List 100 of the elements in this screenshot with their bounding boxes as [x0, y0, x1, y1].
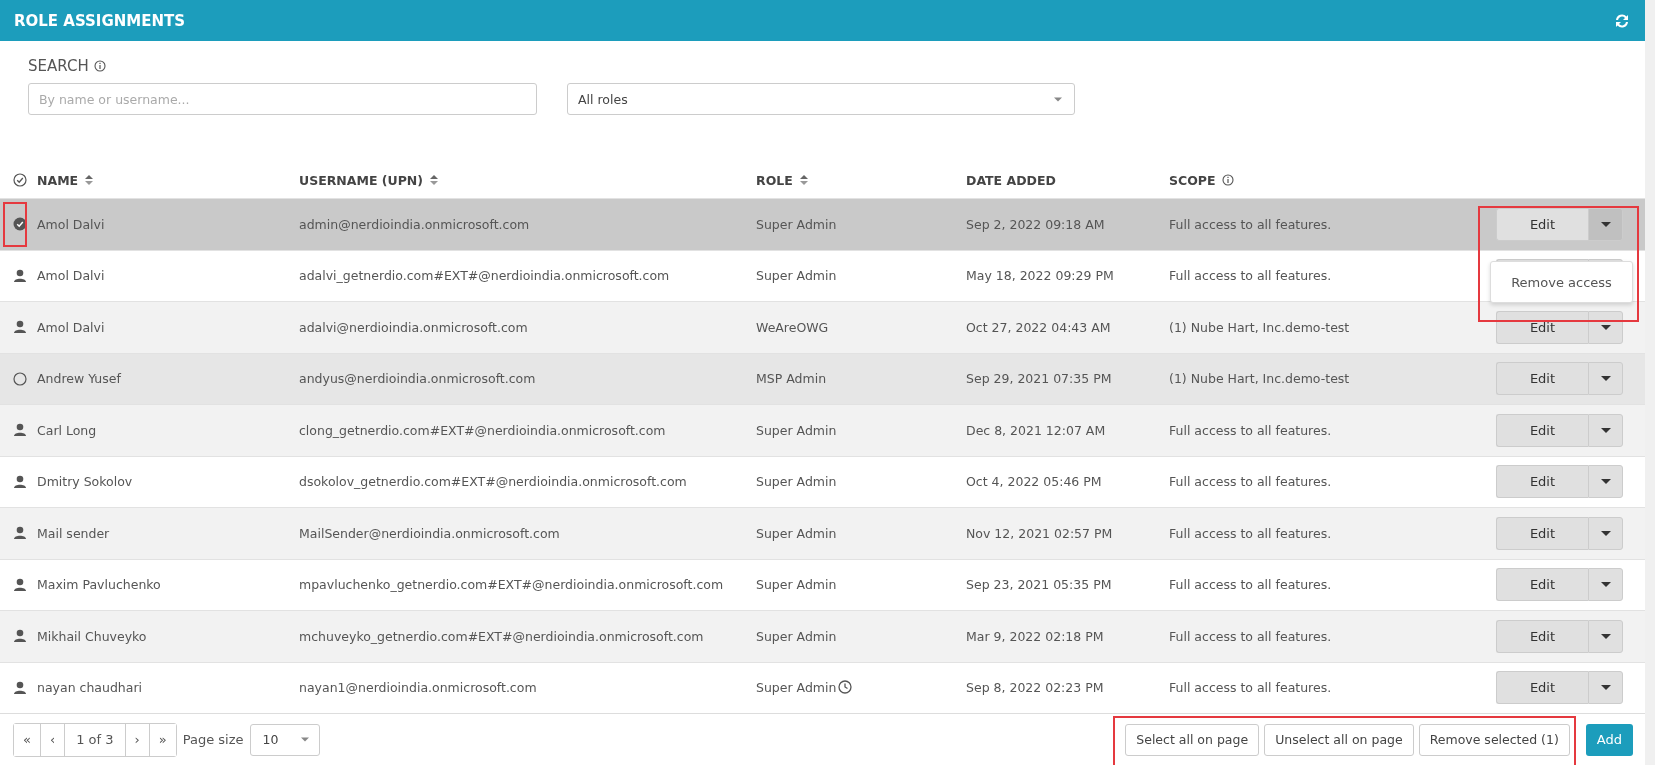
- table-cell-text: clong_getnerdio.com#EXT#@nerdioindia.onmicrosoft.com: [299, 422, 667, 438]
- edit-button[interactable]: Edit: [1496, 619, 1588, 653]
- table-cell-text: Full access to all features.: [1169, 577, 1333, 593]
- table-cell-text: Nov 12, 2021 02:57 PM: [966, 525, 1114, 541]
- table-cell: WeAreOWG: [756, 319, 829, 335]
- select-all-icon[interactable]: [12, 173, 27, 187]
- page-size-dropdown[interactable]: 10: [249, 723, 320, 756]
- dropdown-toggle[interactable]: [1588, 568, 1623, 602]
- edit-button[interactable]: Edit: [1496, 310, 1588, 344]
- dropdown-toggle[interactable]: [1588, 362, 1623, 396]
- column-header: SCOPE: [1169, 172, 1234, 188]
- dropdown-toggle[interactable]: [1588, 413, 1623, 447]
- edit-button[interactable]: Edit: [1496, 465, 1588, 499]
- dropdown-toggle[interactable]: [1588, 465, 1623, 499]
- refresh-icon[interactable]: [1613, 11, 1631, 30]
- table-cell-text: May 18, 2022 09:29 PM: [966, 268, 1115, 284]
- edit-button[interactable]: Edit: [1496, 671, 1588, 705]
- table-cell-text: Amol Dalvi: [37, 268, 106, 284]
- caret-icon: [1600, 633, 1611, 639]
- caret-icon: [1600, 582, 1611, 588]
- table-cell-text: mchuveyko_getnerdio.com#EXT#@nerdioindia.onmicrosoft.com: [299, 628, 705, 644]
- table-cell-text: Mar 9, 2022 02:18 PM: [966, 628, 1105, 644]
- table-cell-text: Full access to all features.: [1169, 525, 1333, 541]
- caret-icon: [1600, 685, 1611, 691]
- table-cell-text: Dec 8, 2021 12:07 AM: [966, 422, 1107, 438]
- table-cell: Super Admin: [756, 422, 837, 438]
- table-row[interactable]: Amol Dalvi admin@nerdioindia.onmicrosoft.com Super Admin Sep 2, 2022 09:18 AM Full access to all features. Edit: [0, 198, 1645, 250]
- menu-item[interactable]: Remove access: [1511, 274, 1612, 290]
- radio-icon[interactable]: [12, 371, 27, 386]
- table-row[interactable]: Mail sender MailSender@nerdioindia.onmicrosoft.com Super Admin Nov 12, 2021 02:57 PM Full access to all features. Edit: [0, 507, 1645, 559]
- table-cell-text: Amol Dalvi: [37, 216, 106, 232]
- table-cell-text: Oct 4, 2022 05:46 PM: [966, 474, 1103, 490]
- column-header[interactable]: ROLE: [756, 172, 809, 188]
- sort-icon[interactable]: [429, 174, 439, 186]
- table-cell-text: Maxim Pavluchenko: [37, 577, 162, 593]
- search-label: SEARCH: [28, 57, 89, 75]
- table-row[interactable]: Carl Long clong_getnerdio.com#EXT#@nerdioindia.onmicrosoft.com Super Admin Dec 8, 2021 12:07 AM Full access to all features. Edit: [0, 404, 1645, 456]
- table-cell: Super Admin: [756, 268, 837, 284]
- role-filter-dropdown[interactable]: All roles: [567, 83, 1075, 115]
- table-cell-text: Andrew Yusef: [37, 371, 122, 387]
- dropdown-toggle[interactable]: [1588, 310, 1623, 344]
- caret-icon: [1600, 221, 1611, 227]
- column-header[interactable]: NAME: [37, 172, 95, 188]
- bulk-action-button[interactable]: Unselect all on page: [1264, 723, 1414, 756]
- table-cell-text: Mail sender: [37, 525, 111, 541]
- dropdown-toggle[interactable]: [1588, 619, 1623, 653]
- dropdown-toggle[interactable]: [1588, 207, 1623, 241]
- bulk-action-button[interactable]: Select all on page: [1125, 723, 1260, 756]
- table-cell-text: Sep 23, 2021 05:35 PM: [966, 577, 1113, 593]
- table-row[interactable]: Andrew Yusef andyus@nerdioindia.onmicrosoft.com MSP Admin Sep 29, 2021 07:35 PM (1) Nube Hart, Inc.demo-test Edit: [0, 352, 1645, 404]
- caret-icon: [1054, 96, 1062, 102]
- table-cell-text: Full access to all features.: [1169, 628, 1333, 644]
- table-cell-text: Dmitry Sokolov: [37, 474, 134, 490]
- table-cell-text: Carl Long: [37, 422, 98, 438]
- table-cell: Super Admin: [756, 474, 837, 490]
- column-header[interactable]: USERNAME (UPN): [299, 172, 439, 188]
- first-page-button[interactable]: «: [14, 723, 41, 756]
- page-title: ROLE ASSIGNMENTS: [14, 11, 186, 30]
- sort-icon[interactable]: [798, 174, 809, 186]
- table-cell: Super Admin: [756, 680, 853, 696]
- table-row[interactable]: Mikhail Chuveyko mchuveyko_getnerdio.com#EXT#@nerdioindia.onmicrosoft.com Super Admin Mar 9, 2022 02:18 PM Full access to all features. Edit: [0, 610, 1645, 662]
- table-cell-text: Sep 8, 2022 02:23 PM: [966, 680, 1105, 696]
- table-cell-text: Full access to all features.: [1169, 216, 1333, 232]
- caret-icon: [1600, 530, 1611, 536]
- edit-button[interactable]: Edit: [1496, 362, 1588, 396]
- table-cell-text: Oct 27, 2022 04:43 AM: [966, 319, 1112, 335]
- table-cell-text: Amol Dalvi: [37, 319, 106, 335]
- table-cell-text: nayan1@nerdioindia.onmicrosoft.com: [299, 680, 538, 696]
- clock-icon: [838, 680, 853, 695]
- edit-button[interactable]: Edit: [1496, 516, 1588, 550]
- dropdown-toggle[interactable]: [1588, 671, 1623, 705]
- search-field[interactable]: By name or username...: [28, 83, 537, 115]
- table-cell-text: mpavluchenko_getnerdio.com#EXT#@nerdioindia.onmicrosoft.com: [299, 577, 725, 593]
- table-cell-text: admin@nerdioindia.onmicrosoft.com: [299, 216, 531, 232]
- table-cell-text: adalvi@nerdioindia.onmicrosoft.com: [299, 319, 529, 335]
- table-cell-text: Full access to all features.: [1169, 422, 1333, 438]
- caret-icon: [300, 737, 309, 742]
- dropdown-toggle[interactable]: [1588, 516, 1623, 550]
- edit-button[interactable]: Edit: [1496, 207, 1588, 241]
- table-cell-text: nayan chaudhari: [37, 680, 144, 696]
- table-cell: Super Admin: [756, 216, 837, 232]
- edit-button[interactable]: Edit: [1496, 568, 1588, 602]
- sort-icon[interactable]: [84, 174, 95, 186]
- edit-button[interactable]: Edit: [1496, 413, 1588, 447]
- bulk-action-button[interactable]: Remove selected (1): [1418, 723, 1570, 756]
- table-cell-text: dsokolov_getnerdio.com#EXT#@nerdioindia.onmicrosoft.com: [299, 474, 688, 490]
- table-cell-text: Full access to all features.: [1169, 680, 1333, 696]
- table-cell: Super Admin: [756, 525, 837, 541]
- table-cell-text: Sep 29, 2021 07:35 PM: [966, 371, 1113, 387]
- checked-icon[interactable]: [12, 217, 27, 232]
- info-icon[interactable]: [1221, 174, 1234, 186]
- caret-icon: [1600, 376, 1611, 382]
- info-icon[interactable]: [93, 60, 106, 72]
- table-cell: Super Admin: [756, 628, 837, 644]
- table-cell-text: Sep 2, 2022 09:18 AM: [966, 216, 1106, 232]
- table-cell-text: adalvi_getnerdio.com#EXT#@nerdioindia.onmicrosoft.com: [299, 268, 671, 284]
- table-cell-text: Mikhail Chuveyko: [37, 628, 148, 644]
- table-row[interactable]: Amol Dalvi adalvi@nerdioindia.onmicrosoft.com WeAreOWG Oct 27, 2022 04:43 AM (1) Nube Hart, Inc.demo-test Edit: [0, 301, 1645, 353]
- table-cell: Super Admin: [756, 577, 837, 593]
- table-cell: MSP Admin: [756, 371, 827, 387]
